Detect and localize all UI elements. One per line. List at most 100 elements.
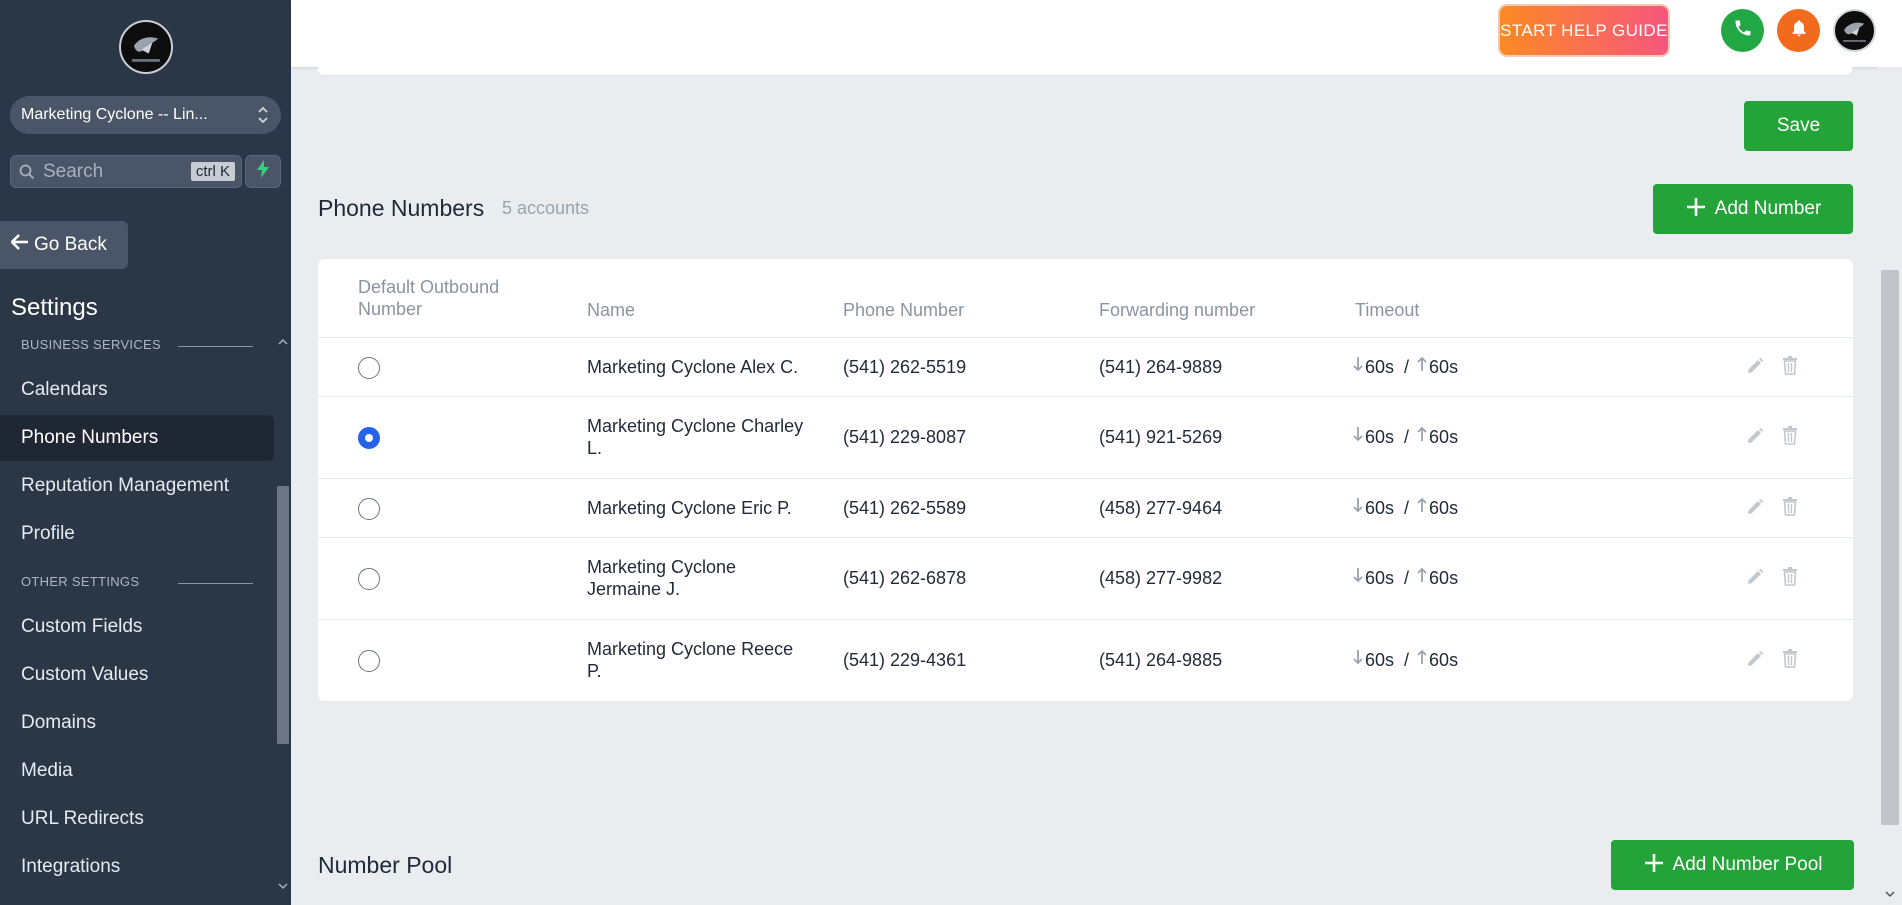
go-back-label: Go Back <box>34 234 107 255</box>
row-forwarding-number: (458) 277-9464 <box>1099 498 1223 518</box>
timeout-separator: / <box>1404 568 1410 588</box>
start-help-guide-button[interactable]: START HELP GUIDE <box>1500 6 1668 55</box>
section-label-business-services: BUSINESS SERVICES <box>21 337 161 352</box>
add-number-button[interactable]: Add Number <box>1653 184 1853 234</box>
arrow-down-icon <box>1353 649 1363 671</box>
row-name: Marketing Cyclone Reece P. <box>587 639 794 681</box>
account-switcher[interactable]: Marketing Cyclone -- Lin... <box>10 96 281 134</box>
timeout-down-value: 60s <box>1365 498 1395 518</box>
save-button[interactable]: Save <box>1744 101 1853 151</box>
arrow-up-icon <box>1417 356 1427 378</box>
table-row: Marketing Cyclone Reece P. (541) 229-436… <box>318 619 1853 701</box>
plus-icon <box>1685 195 1707 223</box>
settings-title: Settings <box>11 294 98 321</box>
column-header-timeout: Timeout <box>1355 300 1420 320</box>
arrow-left-icon <box>10 234 29 256</box>
table-row: Marketing Cyclone Eric P. (541) 262-5589… <box>318 478 1853 537</box>
row-phone-number: (541) 262-5519 <box>843 357 967 377</box>
search-icon <box>19 164 35 180</box>
sidebar: Marketing Cyclone -- Lin... Search ctrl … <box>0 0 291 905</box>
default-outbound-radio[interactable] <box>358 650 380 672</box>
trash-icon[interactable] <box>1780 495 1800 517</box>
default-outbound-radio[interactable] <box>358 357 380 379</box>
bolt-icon <box>256 160 270 183</box>
timeout-up-value: 60s <box>1429 498 1459 518</box>
row-name: Marketing Cyclone Alex C. <box>587 357 799 377</box>
arrow-up-icon <box>1417 567 1427 589</box>
timeout-up-value: 60s <box>1429 357 1459 377</box>
add-number-label: Add Number <box>1714 198 1822 219</box>
timeout-separator: / <box>1404 357 1410 377</box>
trash-icon[interactable] <box>1780 565 1800 587</box>
sidebar-item-reputation-management[interactable]: Reputation Management <box>0 463 274 509</box>
row-name: Marketing Cyclone Charley L. <box>587 416 804 458</box>
sidebar-item-integrations[interactable]: Integrations <box>0 844 274 890</box>
timeout-up-value: 60s <box>1429 427 1459 447</box>
main-scrollbar[interactable] <box>1878 67 1902 905</box>
add-number-pool-button[interactable]: Add Number Pool <box>1611 840 1854 890</box>
search-input[interactable]: Search ctrl K <box>10 155 242 188</box>
trash-icon[interactable] <box>1780 424 1800 446</box>
phone-icon <box>1733 18 1753 43</box>
go-back-button[interactable]: Go Back <box>0 221 128 269</box>
row-forwarding-number: (541) 264-9885 <box>1099 650 1223 670</box>
plus-icon <box>1643 851 1665 879</box>
row-name: Marketing Cyclone Eric P. <box>587 498 792 518</box>
column-header-default-outbound: Default Outbound Number <box>358 277 500 319</box>
row-phone-number: (541) 229-8087 <box>843 427 967 447</box>
column-header-forwarding-number: Forwarding number <box>1099 300 1256 320</box>
default-outbound-radio[interactable] <box>358 568 380 590</box>
row-phone-number: (541) 229-4361 <box>843 650 967 670</box>
sidebar-item-custom-values[interactable]: Custom Values <box>0 652 274 698</box>
table-row: Marketing Cyclone Charley L. (541) 229-8… <box>318 396 1853 478</box>
pencil-icon[interactable] <box>1745 425 1765 447</box>
default-outbound-radio[interactable] <box>358 498 380 520</box>
pencil-icon[interactable] <box>1745 355 1765 377</box>
default-outbound-radio[interactable] <box>358 427 380 449</box>
scroll-down-icon[interactable] <box>278 881 288 893</box>
timeout-down-value: 60s <box>1365 568 1395 588</box>
pencil-icon[interactable] <box>1745 648 1765 670</box>
sidebar-item-url-redirects[interactable]: URL Redirects <box>0 796 274 842</box>
sidebar-scrollbar[interactable] <box>275 336 291 895</box>
sidebar-item-custom-fields[interactable]: Custom Fields <box>0 604 274 650</box>
sidebar-item-domains[interactable]: Domains <box>0 700 274 746</box>
scroll-up-icon[interactable] <box>278 337 288 349</box>
pencil-icon[interactable] <box>1745 496 1765 518</box>
quick-actions-button[interactable] <box>245 155 281 188</box>
timeout-separator: / <box>1404 427 1410 447</box>
timeout-down-value: 60s <box>1365 357 1395 377</box>
search-placeholder: Search <box>43 160 104 182</box>
company-logo[interactable] <box>119 20 173 74</box>
sidebar-item-profile[interactable]: Profile <box>0 511 274 557</box>
scroll-down-icon[interactable] <box>1885 889 1895 901</box>
phone-numbers-title: Phone Numbers <box>318 195 485 221</box>
table-row: Marketing Cyclone Alex C. (541) 262-5519… <box>318 337 1853 396</box>
trash-icon[interactable] <box>1780 354 1800 376</box>
arrow-down-icon <box>1353 497 1363 519</box>
timeout-separator: / <box>1404 498 1410 518</box>
section-label-other-settings: OTHER SETTINGS <box>21 574 140 589</box>
pencil-icon[interactable] <box>1745 566 1765 588</box>
user-avatar[interactable] <box>1833 9 1876 52</box>
sidebar-item-media[interactable]: Media <box>0 748 274 794</box>
notifications-button[interactable] <box>1777 9 1820 52</box>
trash-icon[interactable] <box>1780 647 1800 669</box>
top-bar: START HELP GUIDE <box>291 0 1902 67</box>
row-timeout: 60s / 60s <box>1353 356 1458 378</box>
row-forwarding-number: (541) 921-5269 <box>1099 427 1223 447</box>
column-header-name: Name <box>587 300 636 320</box>
timeout-down-value: 60s <box>1365 650 1395 670</box>
sidebar-scroll-thumb[interactable] <box>277 486 289 744</box>
main-scroll-thumb[interactable] <box>1881 270 1899 825</box>
sidebar-item-calendars[interactable]: Calendars <box>0 367 274 413</box>
phone-button[interactable] <box>1721 9 1764 52</box>
bell-icon <box>1789 17 1809 44</box>
row-forwarding-number: (541) 264-9889 <box>1099 357 1223 377</box>
accounts-count: 5 accounts <box>502 198 590 218</box>
sidebar-item-phone-numbers[interactable]: Phone Numbers <box>0 415 274 461</box>
row-forwarding-number: (458) 277-9982 <box>1099 568 1223 588</box>
row-phone-number: (541) 262-5589 <box>843 498 967 518</box>
timeout-down-value: 60s <box>1365 427 1395 447</box>
section-divider <box>178 346 253 347</box>
